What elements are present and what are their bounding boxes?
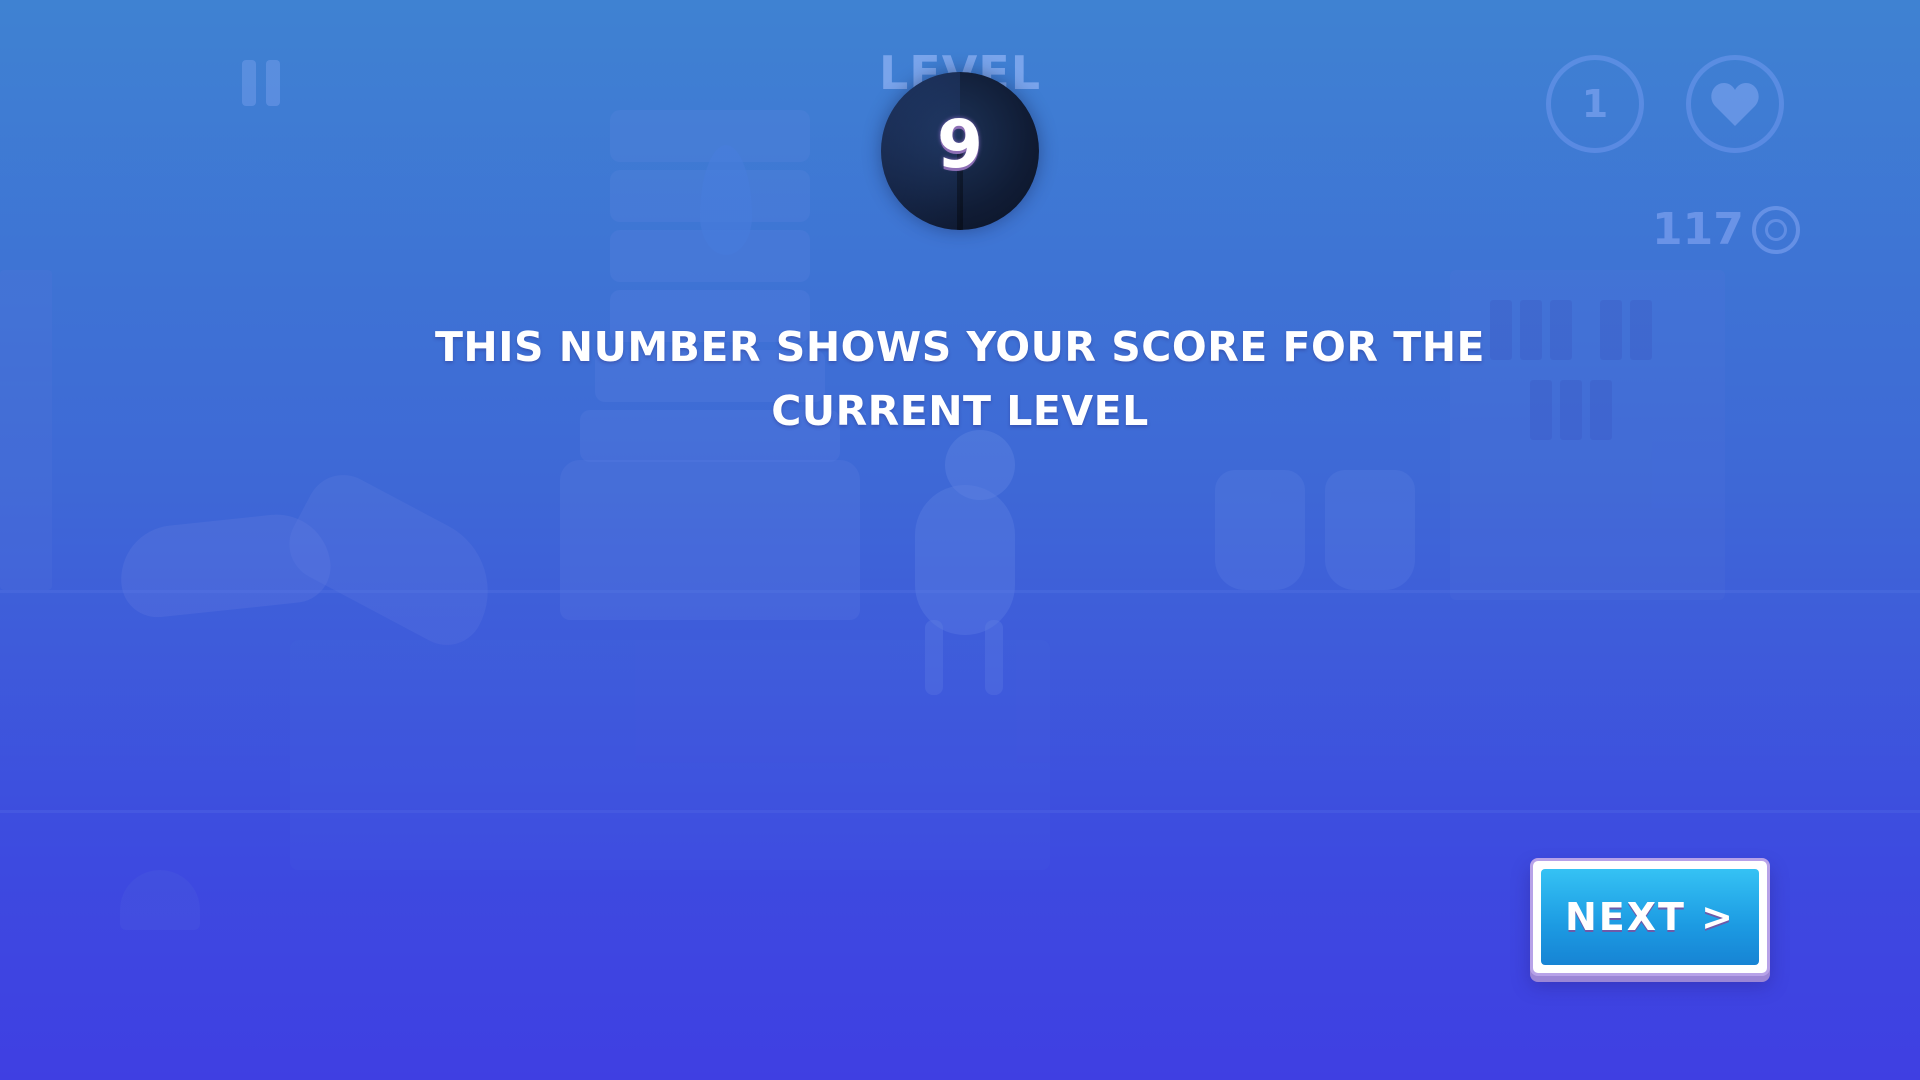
tutorial-message-line2: CURRENT LEVEL xyxy=(771,387,1149,435)
coin-icon xyxy=(1752,206,1800,254)
tutorial-message: THIS NUMBER SHOWS YOUR SCORE FOR THE CUR… xyxy=(360,315,1560,443)
game-screen: 1 117 LEVEL 1 9 THIS NUMBER SHOWS YOUR S… xyxy=(0,0,1920,1080)
cup xyxy=(1215,470,1305,590)
next-button[interactable]: NEXT > xyxy=(1530,858,1770,976)
lives-counter: 1 xyxy=(1546,55,1644,153)
pillow xyxy=(276,462,514,658)
pause-icon[interactable] xyxy=(242,60,286,106)
cup xyxy=(1325,470,1415,590)
next-button-face[interactable]: NEXT > xyxy=(1541,869,1759,965)
tutorial-message-line1: THIS NUMBER SHOWS YOUR SCORE FOR THE xyxy=(434,323,1486,371)
score-indicator: 9 xyxy=(881,72,1039,230)
score-value: 9 xyxy=(937,106,983,183)
lives-value: 1 xyxy=(1581,82,1609,126)
heart-icon xyxy=(1686,55,1784,153)
next-button-label: NEXT > xyxy=(1564,895,1736,939)
table xyxy=(290,640,1050,870)
lamp xyxy=(120,870,200,930)
bookshelf-left xyxy=(0,270,52,590)
coin-count: 117 xyxy=(1652,204,1744,255)
